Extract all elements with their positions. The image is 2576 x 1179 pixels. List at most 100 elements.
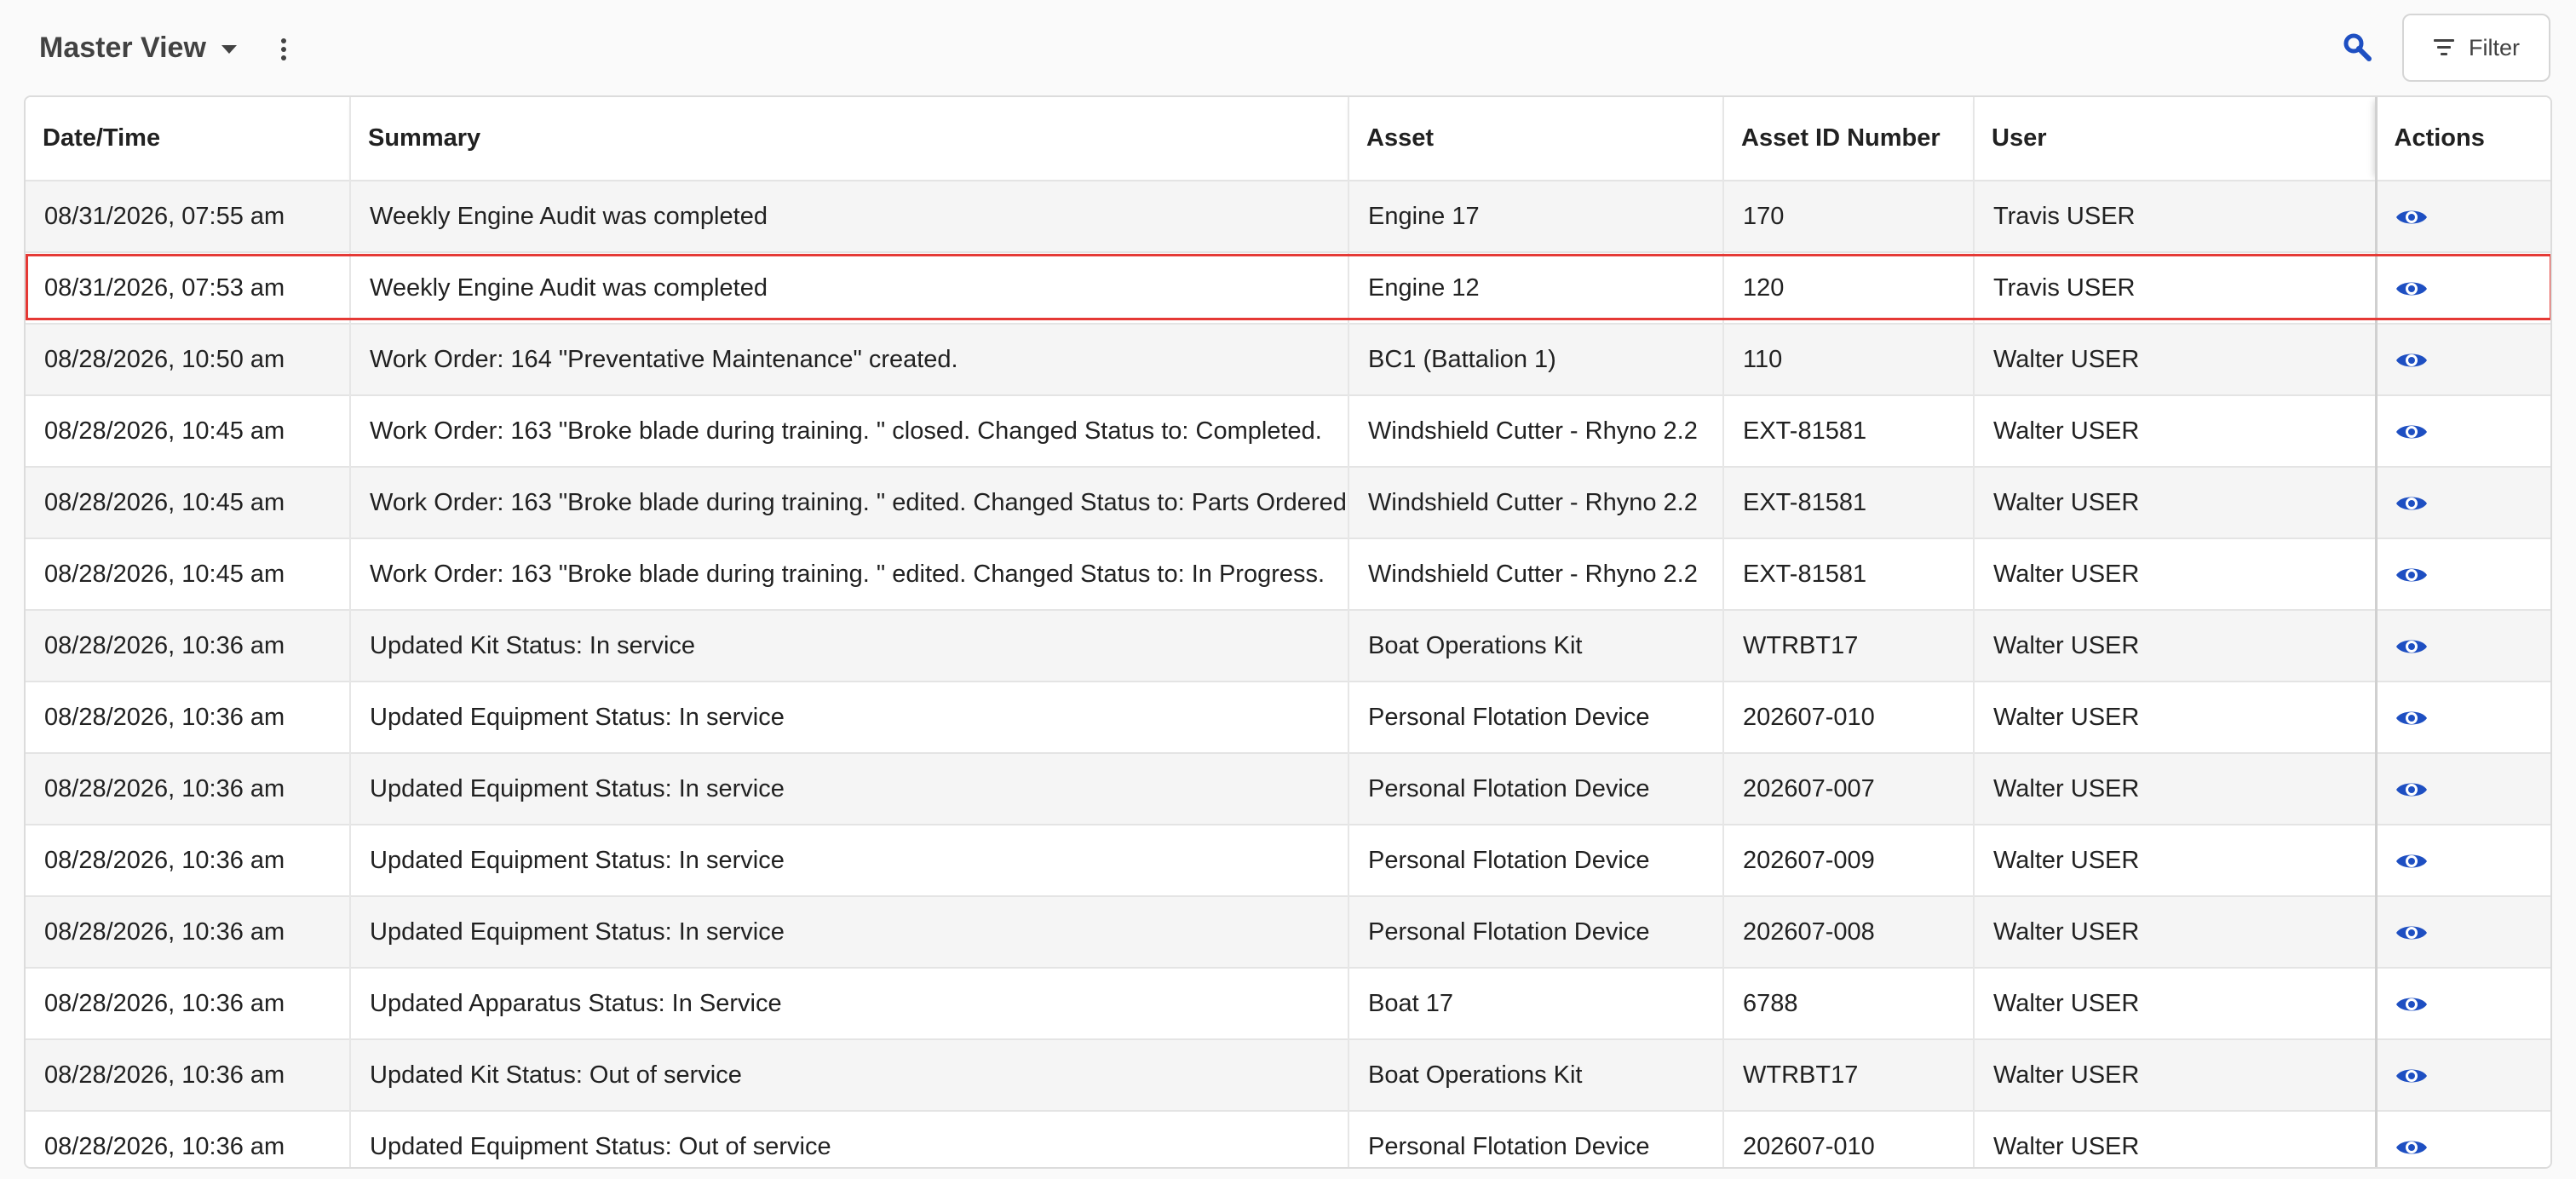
cell-asset-id: 120 xyxy=(1723,251,1975,324)
cell-datetime: 08/28/2026, 10:36 am xyxy=(26,895,351,968)
table-row[interactable]: 08/28/2026, 10:36 am Updated Equipment S… xyxy=(26,681,2550,753)
cell-actions xyxy=(2374,538,2550,610)
cell-actions xyxy=(2374,466,2550,538)
cell-summary: Updated Equipment Status: In service xyxy=(350,752,1349,825)
cell-asset-id: 6788 xyxy=(1723,967,1975,1039)
table-row[interactable]: 08/31/2026, 07:55 am Weekly Engine Audit… xyxy=(26,180,2550,252)
cell-summary: Updated Equipment Status: In service xyxy=(350,824,1349,896)
table-row[interactable]: 08/28/2026, 10:45 am Work Order: 163 "Br… xyxy=(26,394,2550,467)
table-row[interactable]: 08/28/2026, 10:36 am Updated Equipment S… xyxy=(26,895,2550,968)
cell-summary: Updated Apparatus Status: In Service xyxy=(350,967,1349,1039)
eye-icon[interactable] xyxy=(2395,635,2429,659)
cell-asset-id: 202607-007 xyxy=(1723,752,1975,825)
cell-actions xyxy=(2374,323,2550,395)
activity-table: Date/Time Summary Asset Asset ID Number … xyxy=(24,95,2552,1169)
search-icon[interactable] xyxy=(2341,31,2375,65)
cell-user: Walter USER xyxy=(1974,1110,2377,1167)
cell-datetime: 08/28/2026, 10:36 am xyxy=(26,967,351,1039)
filter-button[interactable]: Filter xyxy=(2402,14,2550,82)
table-row[interactable]: 08/28/2026, 10:36 am Updated Equipment S… xyxy=(26,1110,2550,1167)
cell-asset-id: 170 xyxy=(1723,180,1975,252)
cell-datetime: 08/28/2026, 10:36 am xyxy=(26,752,351,825)
column-header-summary[interactable]: Summary xyxy=(350,97,1349,181)
cell-asset: Personal Flotation Device xyxy=(1348,681,1724,753)
cell-user: Walter USER xyxy=(1974,466,2377,538)
cell-datetime: 08/28/2026, 10:36 am xyxy=(26,609,351,682)
cell-summary: Work Order: 164 "Preventative Maintenanc… xyxy=(350,323,1349,395)
eye-icon[interactable] xyxy=(2395,348,2429,372)
eye-icon[interactable] xyxy=(2395,921,2429,945)
cell-summary: Updated Equipment Status: In service xyxy=(350,895,1349,968)
table-row[interactable]: 08/31/2026, 07:53 am Weekly Engine Audit… xyxy=(26,251,2550,324)
cell-asset: Personal Flotation Device xyxy=(1348,895,1724,968)
cell-actions xyxy=(2374,1110,2550,1167)
column-header-user[interactable]: User xyxy=(1974,97,2377,181)
cell-asset: BC1 (Battalion 1) xyxy=(1348,323,1724,395)
cell-summary: Updated Equipment Status: In service xyxy=(350,681,1349,753)
cell-asset-id: WTRBT17 xyxy=(1723,609,1975,682)
cell-asset-id: 202607-010 xyxy=(1723,681,1975,753)
cell-user: Walter USER xyxy=(1974,824,2377,896)
table-row[interactable]: 08/28/2026, 10:36 am Updated Apparatus S… xyxy=(26,967,2550,1039)
cell-datetime: 08/28/2026, 10:45 am xyxy=(26,538,351,610)
cell-user: Walter USER xyxy=(1974,681,2377,753)
eye-icon[interactable] xyxy=(2395,778,2429,802)
cell-summary: Updated Kit Status: Out of service xyxy=(350,1038,1349,1111)
column-header-asset[interactable]: Asset xyxy=(1348,97,1724,181)
cell-user: Travis USER xyxy=(1974,180,2377,252)
more-vert-icon[interactable] xyxy=(271,32,296,66)
cell-actions xyxy=(2374,681,2550,753)
table-row[interactable]: 08/28/2026, 10:45 am Work Order: 163 "Br… xyxy=(26,538,2550,610)
cell-user: Walter USER xyxy=(1974,1038,2377,1111)
cell-asset: Windshield Cutter - Rhyno 2.2 xyxy=(1348,466,1724,538)
view-selector[interactable]: Master View xyxy=(39,27,237,68)
cell-asset: Personal Flotation Device xyxy=(1348,824,1724,896)
cell-user: Travis USER xyxy=(1974,251,2377,324)
eye-icon[interactable] xyxy=(2395,992,2429,1016)
table-row[interactable]: 08/28/2026, 10:36 am Updated Equipment S… xyxy=(26,752,2550,825)
cell-datetime: 08/28/2026, 10:45 am xyxy=(26,466,351,538)
cell-actions xyxy=(2374,180,2550,252)
eye-icon[interactable] xyxy=(2395,205,2429,229)
eye-icon[interactable] xyxy=(2395,563,2429,587)
cell-summary: Work Order: 163 "Broke blade during trai… xyxy=(350,466,1349,538)
cell-asset: Engine 17 xyxy=(1348,180,1724,252)
table-header-row: Date/Time Summary Asset Asset ID Number … xyxy=(26,97,2550,181)
column-header-asset-id[interactable]: Asset ID Number xyxy=(1723,97,1975,181)
cell-summary: Updated Equipment Status: Out of service xyxy=(350,1110,1349,1167)
cell-asset: Personal Flotation Device xyxy=(1348,752,1724,825)
cell-asset-id: 202607-009 xyxy=(1723,824,1975,896)
cell-datetime: 08/31/2026, 07:53 am xyxy=(26,251,351,324)
table-row[interactable]: 08/28/2026, 10:36 am Updated Kit Status:… xyxy=(26,1038,2550,1111)
cell-asset: Personal Flotation Device xyxy=(1348,1110,1724,1167)
cell-user: Walter USER xyxy=(1974,752,2377,825)
cell-summary: Weekly Engine Audit was completed xyxy=(350,251,1349,324)
table-row[interactable]: 08/28/2026, 10:50 am Work Order: 164 "Pr… xyxy=(26,323,2550,395)
cell-datetime: 08/28/2026, 10:50 am xyxy=(26,323,351,395)
table-row[interactable]: 08/28/2026, 10:36 am Updated Kit Status:… xyxy=(26,609,2550,682)
column-header-actions: Actions xyxy=(2374,97,2550,181)
cell-datetime: 08/28/2026, 10:45 am xyxy=(26,394,351,467)
cell-user: Walter USER xyxy=(1974,323,2377,395)
cell-summary: Updated Kit Status: In service xyxy=(350,609,1349,682)
filter-button-label: Filter xyxy=(2469,34,2520,60)
eye-icon[interactable] xyxy=(2395,1064,2429,1088)
cell-asset-id: 202607-010 xyxy=(1723,1110,1975,1167)
eye-icon[interactable] xyxy=(2395,420,2429,444)
eye-icon[interactable] xyxy=(2395,277,2429,301)
eye-icon[interactable] xyxy=(2395,492,2429,515)
table-row[interactable]: 08/28/2026, 10:36 am Updated Equipment S… xyxy=(26,824,2550,896)
cell-summary: Work Order: 163 "Broke blade during trai… xyxy=(350,538,1349,610)
eye-icon[interactable] xyxy=(2395,849,2429,873)
cell-asset-id: EXT-81581 xyxy=(1723,538,1975,610)
cell-user: Walter USER xyxy=(1974,394,2377,467)
cell-datetime: 08/28/2026, 10:36 am xyxy=(26,824,351,896)
cell-asset: Boat Operations Kit xyxy=(1348,1038,1724,1111)
cell-asset-id: 202607-008 xyxy=(1723,895,1975,968)
column-header-datetime[interactable]: Date/Time xyxy=(26,97,351,181)
eye-icon[interactable] xyxy=(2395,1136,2429,1159)
cell-actions xyxy=(2374,1038,2550,1111)
eye-icon[interactable] xyxy=(2395,706,2429,730)
table-row[interactable]: 08/28/2026, 10:45 am Work Order: 163 "Br… xyxy=(26,466,2550,538)
cell-summary: Weekly Engine Audit was completed xyxy=(350,180,1349,252)
